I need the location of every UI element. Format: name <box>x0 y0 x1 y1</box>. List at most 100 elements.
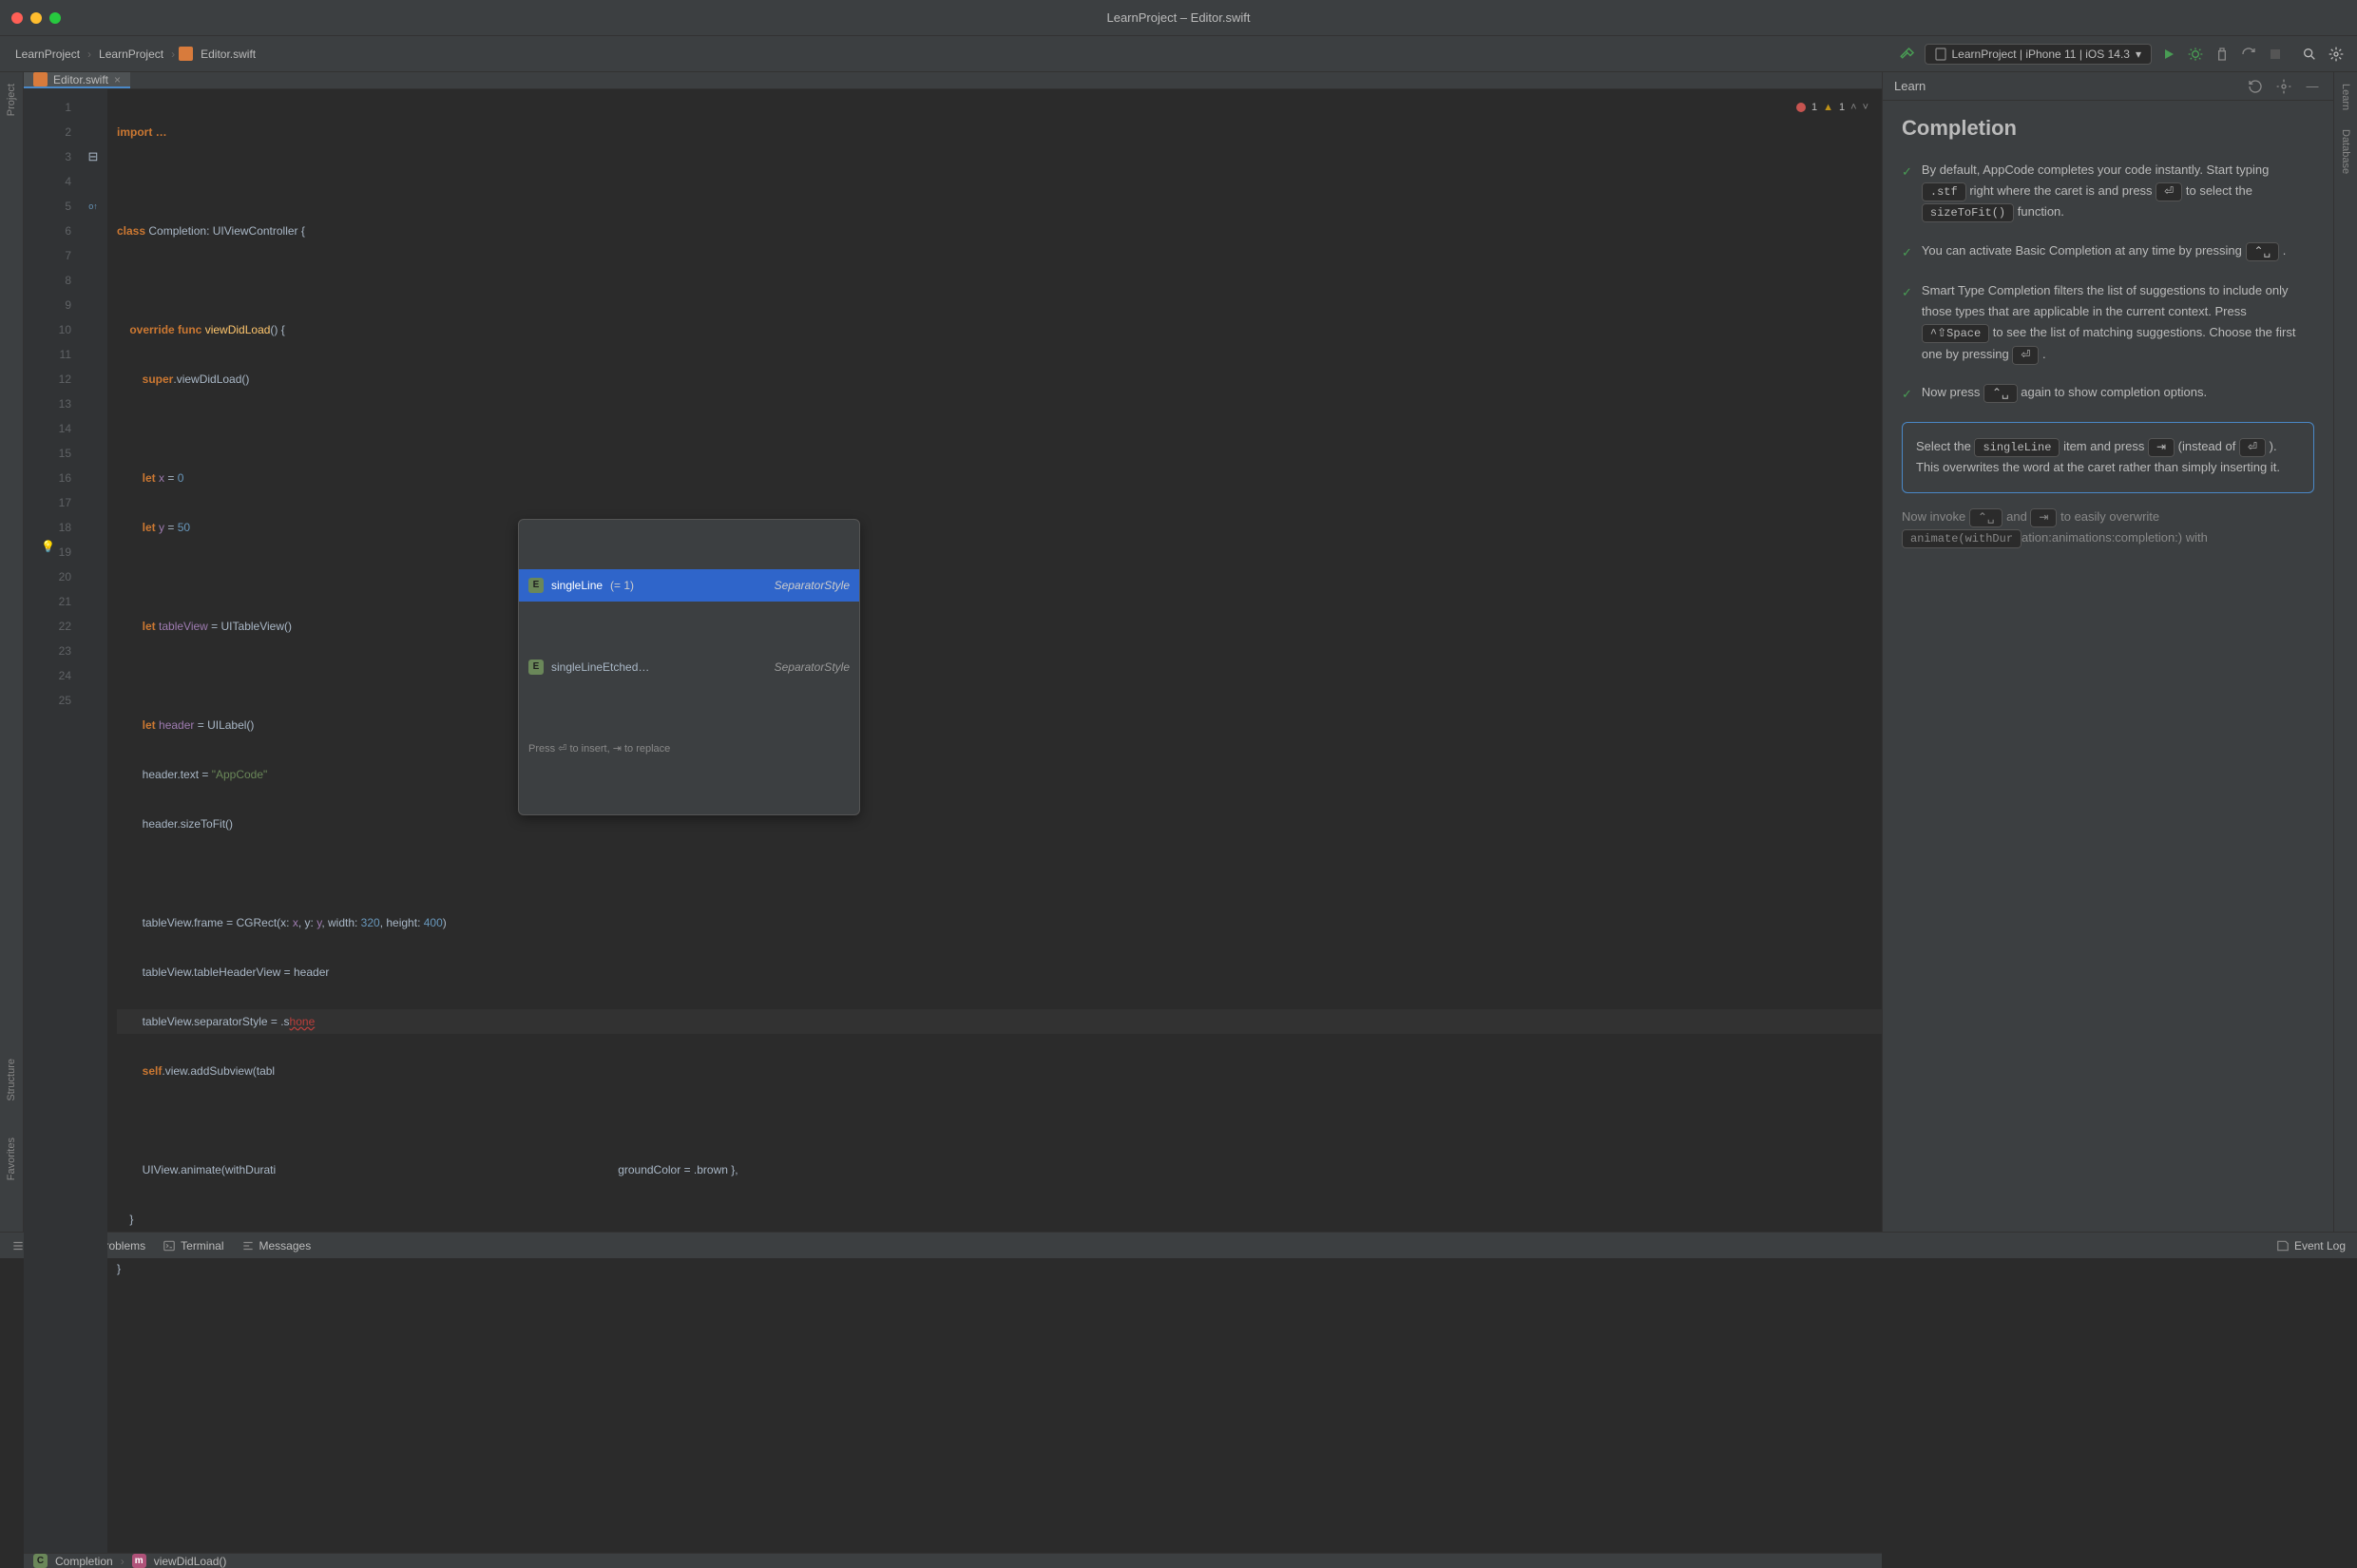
code-text: = <box>164 521 178 534</box>
code-text: groundColor = .brown }, <box>276 1163 738 1176</box>
maximize-window[interactable] <box>49 12 61 24</box>
minimize-icon[interactable]: — <box>2303 77 2322 96</box>
learn-panel-title: Learn <box>1894 79 1926 93</box>
kbd: ⏎ <box>2156 182 2182 201</box>
gutter-marks: ⊟ o↑ <box>79 89 107 1553</box>
code-text: Completion: <box>145 224 213 238</box>
fold-icon[interactable]: ⊟ <box>79 144 107 169</box>
step-text: (instead of <box>2178 439 2239 453</box>
completion-item[interactable]: E singleLineEtched… SeparatorStyle <box>519 651 859 683</box>
completion-popup: E singleLine (= 1) SeparatorStyle E sing… <box>518 519 860 815</box>
completion-type: SeparatorStyle <box>775 573 850 598</box>
code-text: , y: <box>298 916 316 929</box>
code-text: = <box>164 471 178 485</box>
database-tool-button[interactable]: Database <box>2340 125 2351 178</box>
swift-file-icon <box>33 72 48 86</box>
learn-tool-button[interactable]: Learn <box>2340 80 2351 114</box>
code-text: import … <box>117 125 167 139</box>
breadcrumb-root[interactable]: LearnProject <box>11 46 84 63</box>
step-text: . <box>2042 347 2046 361</box>
completion-extra: (= 1) <box>610 573 634 598</box>
code-text: tableView <box>159 620 208 633</box>
code-text: .view.addSubview(tabl <box>162 1064 275 1078</box>
editor: Editor.swift × 1234567891011121314151617… <box>24 72 1882 1232</box>
step-text: Smart Type Completion filters the list o… <box>1922 283 2289 318</box>
breadcrumb-file[interactable]: Editor.swift <box>197 46 259 63</box>
editor-tabs: Editor.swift × <box>24 72 1882 89</box>
completion-item[interactable]: E singleLine (= 1) SeparatorStyle <box>519 569 859 602</box>
stop-button[interactable] <box>2266 45 2285 64</box>
code-text: 320 <box>361 916 380 929</box>
breadcrumb-folder[interactable]: LearnProject <box>95 46 167 63</box>
code-text: super <box>117 373 173 386</box>
lesson-title: Completion <box>1902 116 2314 141</box>
editor-tab[interactable]: Editor.swift × <box>24 72 130 88</box>
override-icon[interactable]: o↑ <box>88 201 98 211</box>
run-config-label: LearnProject | iPhone 11 | iOS 14.3 <box>1952 48 2130 61</box>
lesson-step: ✓ Smart Type Completion filters the list… <box>1902 280 2314 365</box>
structure-tool-button[interactable]: Structure <box>6 1055 17 1105</box>
run-configuration-selector[interactable]: LearnProject | iPhone 11 | iOS 14.3 ▾ <box>1925 44 2153 65</box>
hammer-icon[interactable] <box>1898 45 1917 64</box>
method-icon: m <box>132 1554 146 1568</box>
step-text: You can activate Basic Completion at any… <box>1922 243 2246 258</box>
lightbulb-icon[interactable]: 💡 <box>41 534 55 559</box>
status-label: Event Log <box>2294 1239 2346 1252</box>
close-tab-icon[interactable]: × <box>114 73 121 86</box>
code-text: class <box>117 224 145 238</box>
swift-file-icon <box>179 47 193 61</box>
run-button[interactable] <box>2159 45 2178 64</box>
kbd: singleLine <box>1974 438 2060 457</box>
learn-content: Completion ✓ By default, AppCode complet… <box>1883 101 2333 1232</box>
step-text: item and press <box>2063 439 2148 453</box>
lesson-step: ✓ You can activate Basic Completion at a… <box>1902 240 2314 263</box>
kbd: ⇥ <box>2148 438 2175 457</box>
minimize-window[interactable] <box>30 12 42 24</box>
code-text: let <box>117 471 159 485</box>
attach-button[interactable] <box>2213 45 2232 64</box>
update-button[interactable] <box>2239 45 2258 64</box>
right-tool-strip: Learn Database <box>2333 72 2357 1232</box>
close-window[interactable] <box>11 12 23 24</box>
step-text: again to show completion options. <box>2021 385 2207 399</box>
chevron-up-icon[interactable]: ˄ <box>1850 95 1856 120</box>
warning-count: 1 <box>1839 95 1845 120</box>
code-content[interactable]: import … class Completion: UIViewControl… <box>107 89 1882 1553</box>
line-gutter: 1234567891011121314151617181920212223242… <box>24 89 79 1553</box>
code-area[interactable]: 1234567891011121314151617181920212223242… <box>24 89 1882 1553</box>
project-tool-button[interactable]: Project <box>6 80 17 120</box>
kbd: ⏎ <box>2239 438 2266 457</box>
favorites-tool-button[interactable]: Favorites <box>6 1134 17 1184</box>
step-text: Select the <box>1916 439 1974 453</box>
learn-panel: Learn — Completion ✓ By default, AppCode… <box>1882 72 2333 1232</box>
code-text: () { <box>270 323 284 336</box>
gear-icon[interactable] <box>2274 77 2293 96</box>
code-text: tableView.frame = CGRect(x: <box>117 916 293 929</box>
code-text: { <box>298 224 305 238</box>
chevron-down-icon[interactable]: ˅ <box>1863 95 1868 120</box>
main-area: Project Structure Favorites Editor.swift… <box>0 72 2357 1232</box>
code-text: self <box>117 1064 162 1078</box>
event-log-button[interactable]: Event Log <box>2276 1239 2346 1252</box>
code-text: let <box>117 521 159 534</box>
crumb-class[interactable]: Completion <box>55 1555 113 1568</box>
code-text: UIViewController <box>213 224 298 238</box>
lesson-step: ✓ Now press ⌃␣ again to show completion … <box>1902 382 2314 405</box>
check-icon: ✓ <box>1902 384 1912 405</box>
step-text: to easily overwrite <box>2060 509 2159 524</box>
restart-lesson-icon[interactable] <box>2246 77 2265 96</box>
crumb-method[interactable]: viewDidLoad() <box>154 1555 227 1568</box>
kbd: ⏎ <box>2012 346 2039 365</box>
code-error-text: hone <box>290 1015 316 1028</box>
enum-icon: E <box>528 578 544 593</box>
settings-icon[interactable] <box>2327 45 2346 64</box>
search-icon[interactable] <box>2300 45 2319 64</box>
chevron-right-icon: › <box>87 48 91 61</box>
step-text: ation:animations:completion:) <box>2022 530 2182 545</box>
tab-label: Editor.swift <box>53 73 108 86</box>
inspection-widget[interactable]: 1 ▲ 1 ˄ ˅ <box>1796 95 1868 120</box>
code-text: = UILabel() <box>194 718 254 732</box>
breadcrumb: LearnProject › LearnProject › Editor.swi… <box>11 46 259 63</box>
step-text: and <box>2006 509 2030 524</box>
debug-button[interactable] <box>2186 45 2205 64</box>
